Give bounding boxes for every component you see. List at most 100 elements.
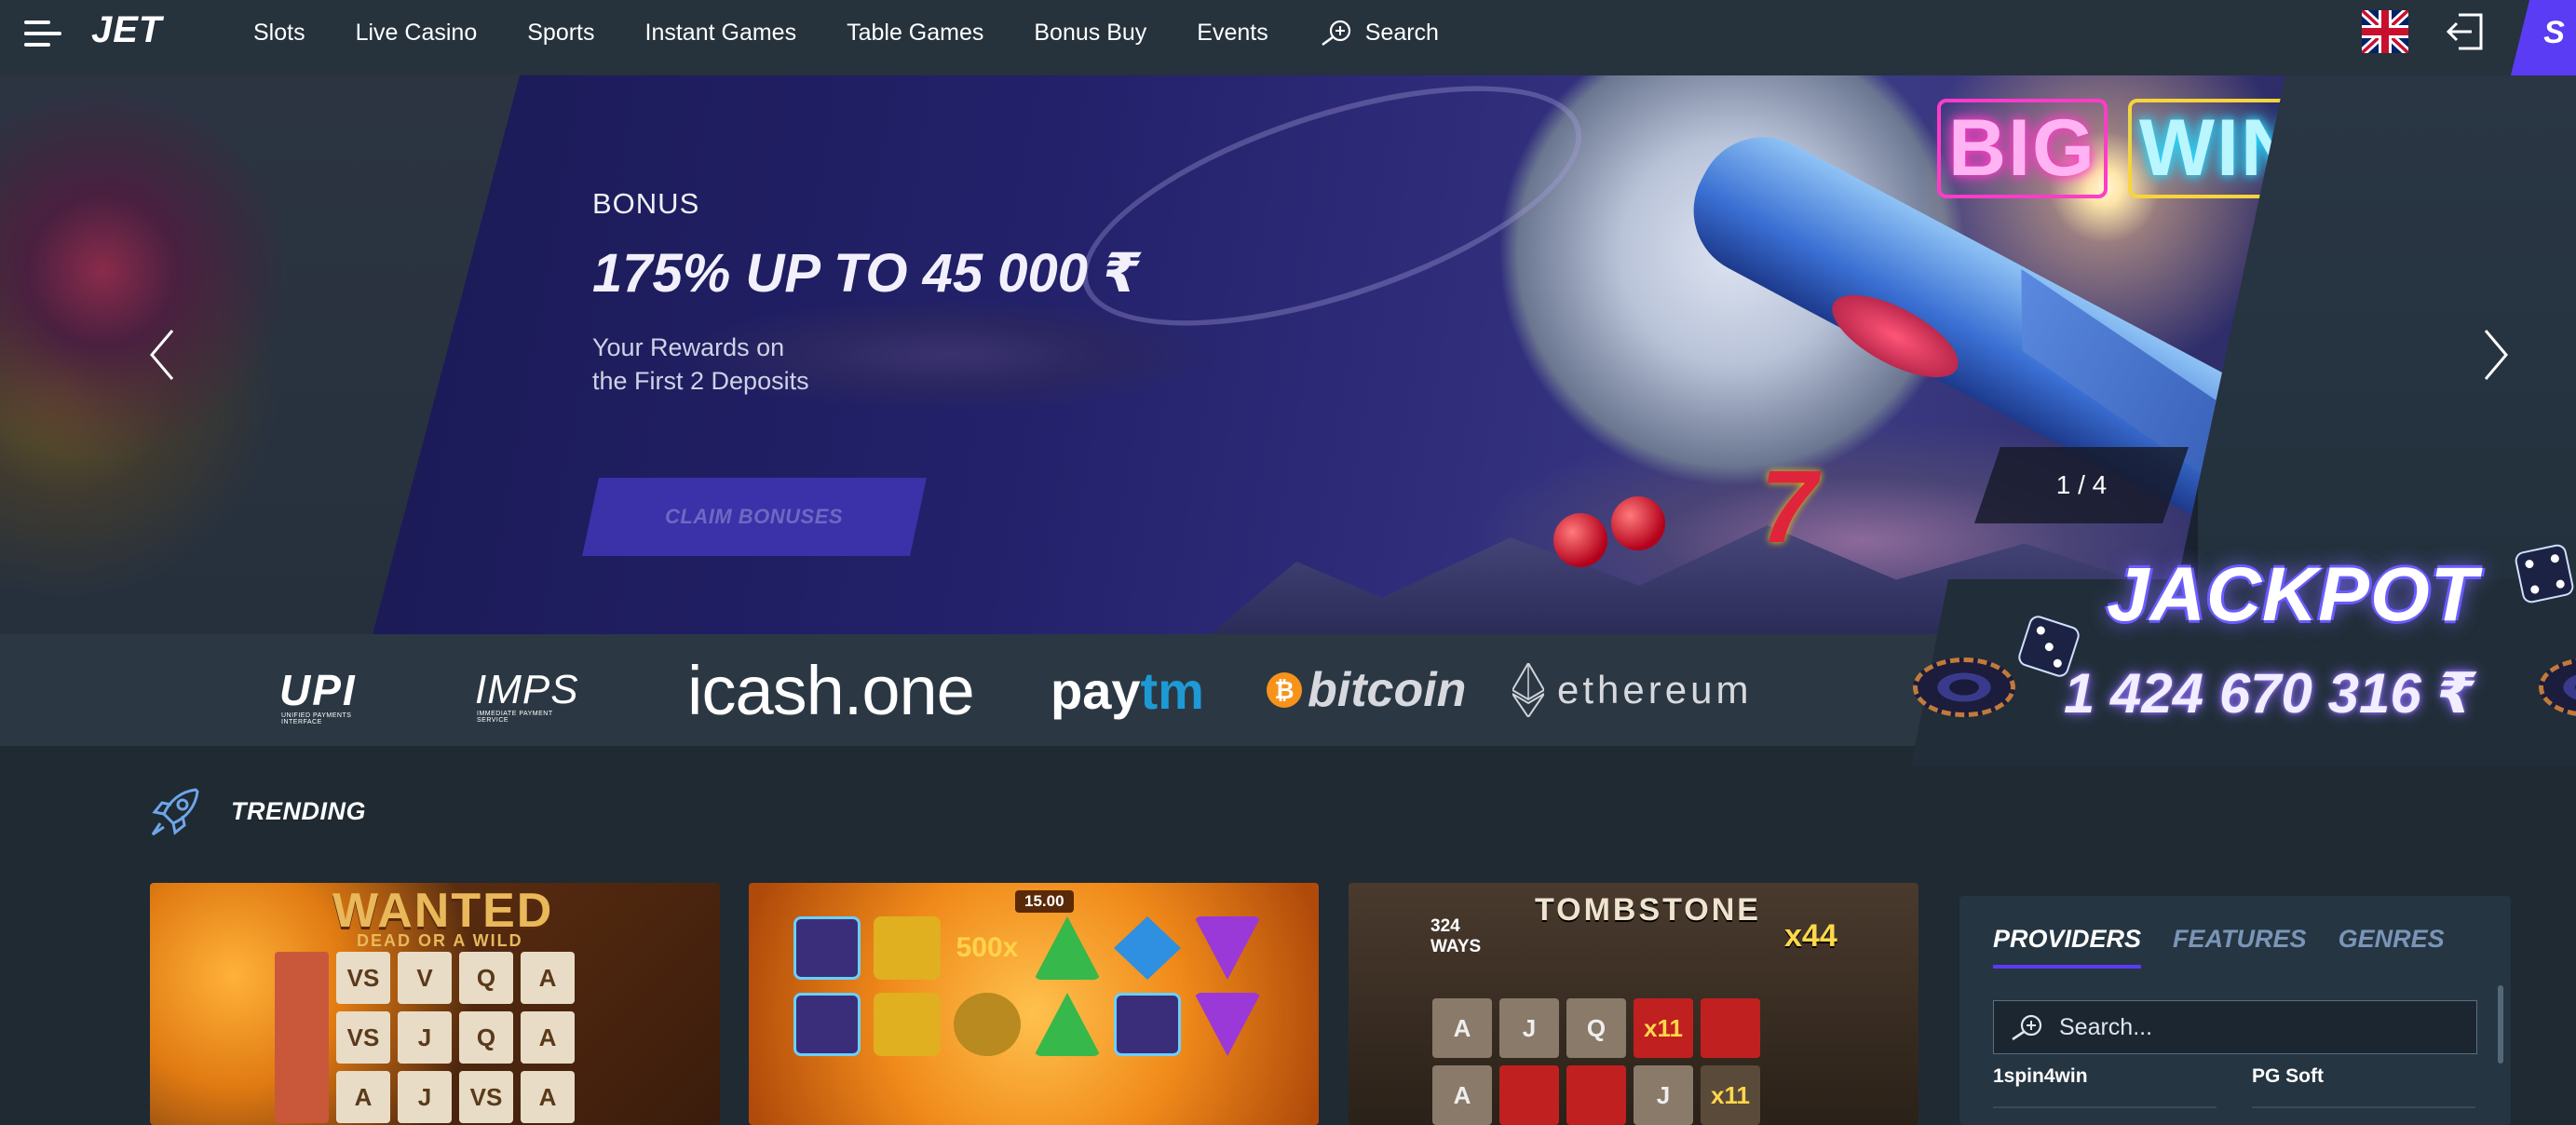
icash-text: icash	[687, 651, 845, 729]
search-icon	[2012, 1014, 2042, 1041]
carousel-next-button[interactable]	[2459, 75, 2533, 634]
provider-item[interactable]: PG Soft	[2252, 1065, 2324, 1088]
nav-instant-games[interactable]: Instant Games	[645, 20, 797, 47]
top-navigation-bar: JET Slots Live Casino Sports Instant Gam…	[0, 0, 2576, 75]
nav-table-games[interactable]: Table Games	[847, 20, 983, 47]
game-bet-value: 15.00	[1015, 890, 1074, 913]
reel-grid: A J Q x11 A J x11	[1432, 998, 1760, 1125]
imps-logo: IMPS IMMEDIATE PAYMENT SERVICE	[475, 634, 579, 746]
game-subtitle: DEAD OR A WILD	[357, 931, 523, 950]
reel-cell: A	[521, 952, 575, 1004]
reel-cell: VS	[459, 1071, 513, 1123]
dice-art	[2513, 542, 2576, 605]
nav-sports[interactable]: Sports	[527, 20, 594, 47]
game-ways: 324 WAYS	[1430, 916, 1482, 956]
ethereum-text: ethereum	[1557, 668, 1753, 712]
ethereum-logo: ethereum	[1512, 634, 1752, 746]
casino-homepage: JET Slots Live Casino Sports Instant Gam…	[0, 0, 2576, 1125]
reel-cell	[1114, 993, 1181, 1056]
bitcoin-icon: ₿	[1267, 672, 1302, 708]
provider-search-placeholder: Search...	[2059, 1013, 2153, 1040]
upi-tagline: UNIFIED PAYMENTS INTERFACE	[281, 712, 352, 725]
jackpot-amount: 1 424 670 316 ₹	[2064, 662, 2476, 725]
nav-live-casino[interactable]: Live Casino	[356, 20, 478, 47]
chevron-right-icon	[2484, 330, 2508, 380]
upi-logo: UPI UNIFIED PAYMENTS INTERFACE	[279, 634, 357, 746]
divider	[1993, 1106, 2217, 1108]
slide-counter: 1 / 4	[1974, 447, 2189, 523]
ethereum-icon	[1512, 663, 1544, 717]
reel-cell: A	[336, 1071, 390, 1123]
reel-cell	[793, 916, 861, 980]
icash-domain: .one	[843, 651, 975, 729]
reel-cell	[1034, 916, 1101, 980]
tab-providers[interactable]: PROVIDERS	[1993, 925, 2142, 969]
imps-tagline: IMMEDIATE PAYMENT SERVICE	[477, 711, 553, 724]
reel-cell: A	[1432, 998, 1492, 1058]
claim-bonuses-button[interactable]: CLAIM BONUSES	[582, 478, 927, 556]
hero-carousel: 7 BIG WIN BONUS 175% UP TO 45 000 ₹ Your…	[0, 75, 2576, 634]
provider-item[interactable]: 1spin4win	[1993, 1065, 2088, 1088]
reel-cell: A	[521, 1011, 575, 1064]
bitcoin-logo: ₿ bitcoin	[1267, 634, 1466, 746]
reel-cell: Q	[459, 1011, 513, 1064]
reel-cell	[1194, 993, 1261, 1056]
bonus-subtitle: Your Rewards on the First 2 Deposits	[592, 331, 872, 398]
provider-search-input[interactable]: Search...	[1993, 1000, 2477, 1054]
chevron-left-icon	[150, 330, 174, 380]
bonus-label: BONUS	[592, 187, 700, 220]
reel-cell	[1499, 1065, 1559, 1125]
provider-list-scrollbar[interactable]	[2498, 985, 2503, 1064]
bonus-title: 175% UP TO 45 000 ₹	[592, 243, 1141, 304]
reel-cell: Q	[459, 952, 513, 1004]
lucky-seven-art: 7	[1760, 450, 1818, 564]
reel-cell: x11	[1701, 1065, 1760, 1125]
nav-events[interactable]: Events	[1197, 20, 1268, 47]
rocket-icon	[151, 788, 199, 836]
signup-button[interactable]: S	[2510, 0, 2576, 75]
reel-cell	[1566, 1065, 1626, 1125]
bitcoin-text: bitcoin	[1308, 663, 1467, 717]
hero-copy: BONUS 175% UP TO 45 000 ₹ Your Rewards o…	[592, 187, 1140, 398]
carousel-prev-button[interactable]	[125, 75, 199, 634]
cherry-art	[1553, 513, 1607, 567]
nav-search[interactable]: Search	[1319, 19, 1439, 47]
reel-cell: 500x	[956, 932, 1019, 963]
reel-cell	[874, 993, 941, 1056]
paytm-tm-text: tm	[1140, 660, 1204, 720]
reel-cell	[874, 916, 941, 980]
trending-heading: TRENDING	[149, 780, 366, 842]
reel-cell: J	[1634, 1065, 1693, 1125]
game-card[interactable]: TOMBSTONE 324 WAYS x44 A J Q x11 A J x11	[1349, 883, 1918, 1125]
search-icon	[1321, 20, 1350, 47]
nav-bonus-buy[interactable]: Bonus Buy	[1034, 20, 1146, 47]
reel-cell: VS	[336, 952, 390, 1004]
reel-grid: VS V Q A VS J Q A A J VS A	[275, 952, 575, 1123]
game-card[interactable]: 15.00 500x	[749, 883, 1319, 1125]
bonus-subtitle-line: the First 2 Deposits	[592, 367, 809, 395]
big-win-sign: BIG WIN	[1937, 98, 2285, 198]
jackpot-title: JACKPOT	[2107, 552, 2478, 637]
tab-genres[interactable]: GENRES	[2339, 925, 2445, 954]
big-text: BIG	[1937, 98, 2108, 198]
reel-cell: J	[1499, 998, 1559, 1058]
menu-icon[interactable]	[24, 15, 67, 52]
tab-features[interactable]: FEATURES	[2173, 925, 2307, 954]
uk-flag-icon[interactable]	[2362, 10, 2408, 53]
search-label: Search	[1364, 19, 1439, 46]
paytm-pay-text: pay	[1051, 660, 1141, 720]
nav-slots[interactable]: Slots	[253, 20, 305, 47]
game-card[interactable]: WANTED DEAD OR A WILD VS V Q A VS J Q A …	[150, 883, 720, 1125]
imps-text: IMPS	[475, 667, 579, 712]
login-icon[interactable]	[2444, 11, 2485, 52]
reel-cell	[1194, 916, 1261, 980]
cherry-art	[1611, 496, 1665, 550]
reel-cell	[793, 993, 861, 1056]
reel-cell: VS	[336, 1011, 390, 1064]
casino-chip-art	[1913, 657, 2015, 717]
site-logo[interactable]: JET	[91, 9, 162, 51]
divider	[2252, 1106, 2475, 1108]
filter-tabs: PROVIDERS FEATURES GENRES	[1993, 896, 2476, 982]
reel-cell: A	[521, 1071, 575, 1123]
providers-panel: PROVIDERS FEATURES GENRES Search...	[1959, 896, 2511, 1125]
